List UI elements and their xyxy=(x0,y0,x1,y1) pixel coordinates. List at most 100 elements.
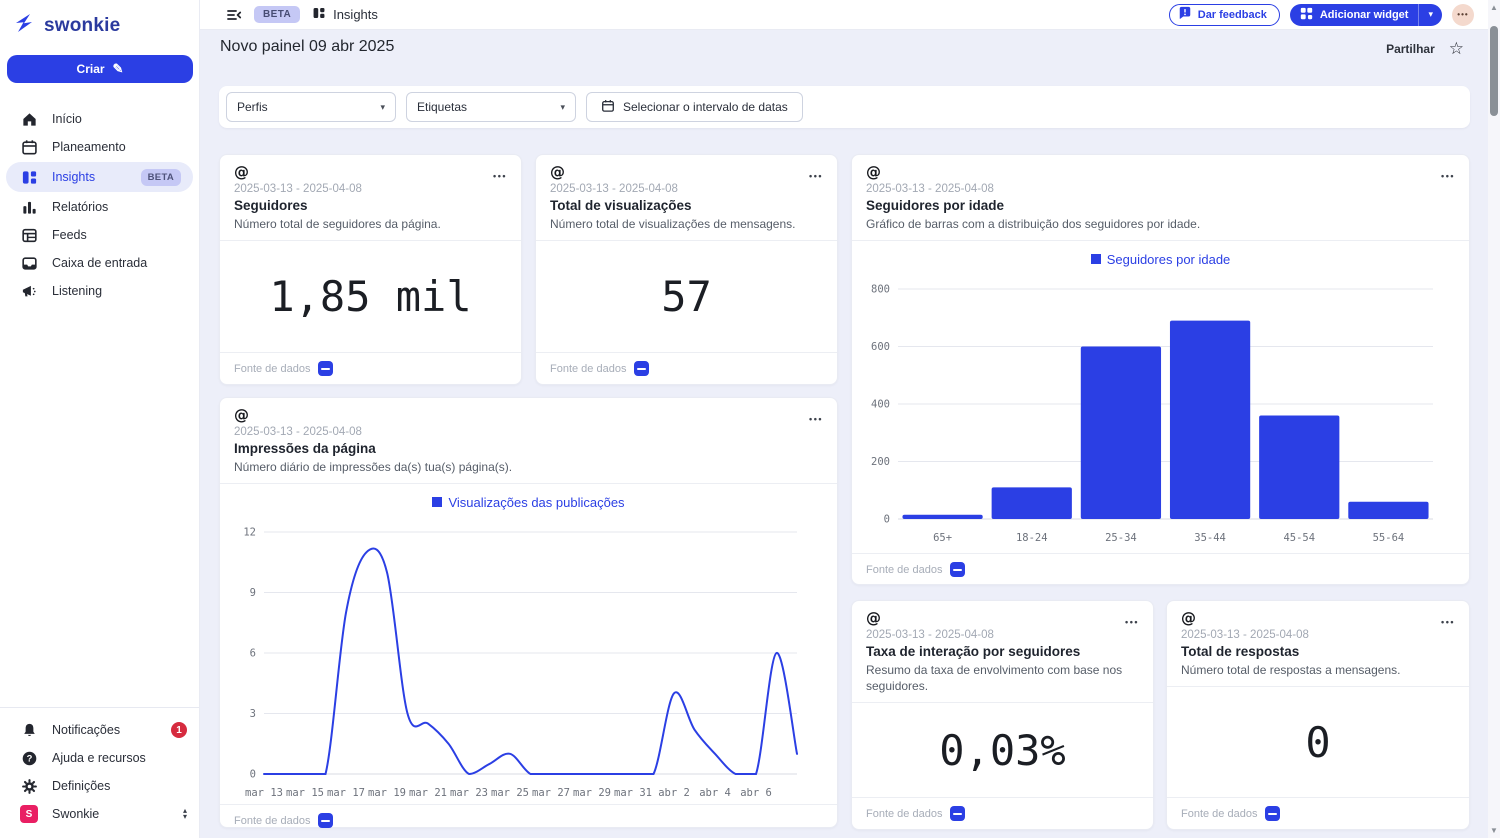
favorite-star-icon[interactable]: ☆ xyxy=(1449,40,1464,57)
inbox-icon xyxy=(20,254,38,272)
sidebar-item-relatorios[interactable]: Relatórios xyxy=(0,193,199,221)
data-source-label: Fonte de dados xyxy=(550,363,626,375)
svg-text:mar 21: mar 21 xyxy=(409,787,447,799)
svg-text:800: 800 xyxy=(871,284,890,296)
gear-icon xyxy=(20,777,38,795)
sidebar-item-insights[interactable]: Insights BETA xyxy=(6,162,193,192)
sidebar-bottom: Notificações 1 ? Ajuda e recursos Defini… xyxy=(0,707,199,838)
feeds-icon xyxy=(20,226,38,244)
svg-text:mar 29: mar 29 xyxy=(573,787,611,799)
card-title: Seguidores por idade xyxy=(866,198,1455,213)
scroll-down-arrow[interactable]: ▼ xyxy=(1488,826,1500,835)
add-widget-main[interactable]: Adicionar widget xyxy=(1290,4,1419,26)
topbar-section: Insights xyxy=(312,6,378,23)
card-date-range: 2025-03-13 - 2025-04-08 xyxy=(1181,629,1455,641)
sidebar-item-label: Relatórios xyxy=(52,200,108,214)
svg-text:400: 400 xyxy=(871,399,890,411)
legend-label: Seguidores por idade xyxy=(1107,252,1231,267)
card-title: Taxa de interação por seguidores xyxy=(866,644,1139,659)
svg-text:3: 3 xyxy=(250,708,256,720)
profiles-select[interactable]: Perfis ▾ xyxy=(226,92,396,122)
card-menu-button[interactable]: ••• xyxy=(1125,617,1139,627)
sidebar-item-feeds[interactable]: Feeds xyxy=(0,221,199,249)
workspace-switcher-icon[interactable]: ▴ ▾ xyxy=(183,808,187,820)
card-description: Número total de visualizações de mensage… xyxy=(550,216,823,232)
sidebar-item-workspace[interactable]: S Swonkie ▴ ▾ xyxy=(0,800,199,828)
threads-icon: @ xyxy=(866,610,1139,626)
sidebar-item-label: Caixa de entrada xyxy=(52,256,147,270)
card-description: Gráfico de barras com a distribuição dos… xyxy=(866,216,1455,232)
card-menu-button[interactable]: ••• xyxy=(809,414,823,424)
svg-text:abr 2: abr 2 xyxy=(658,787,690,799)
svg-text:?: ? xyxy=(26,753,32,764)
create-button-label: Criar xyxy=(77,62,105,76)
card-title: Impressões da página xyxy=(234,441,823,456)
sidebar-item-label: Listening xyxy=(52,284,102,298)
threads-source-badge[interactable] xyxy=(950,562,965,577)
replies-value: 0 xyxy=(1305,718,1330,767)
svg-text:6: 6 xyxy=(250,648,256,660)
sidebar-item-listening[interactable]: Listening xyxy=(0,277,199,305)
card-menu-button[interactable]: ••• xyxy=(1441,617,1455,627)
card-date-range: 2025-03-13 - 2025-04-08 xyxy=(866,183,1455,195)
sidebar-item-definicoes[interactable]: Definições xyxy=(0,772,199,800)
notification-count-badge: 1 xyxy=(171,722,187,738)
sidebar-item-notificacoes[interactable]: Notificações 1 xyxy=(0,716,199,744)
create-button[interactable]: Criar ✎ xyxy=(7,55,193,83)
logo-text: swonkie xyxy=(44,15,120,37)
svg-text:abr 4: abr 4 xyxy=(699,787,731,799)
feedback-button-label: Dar feedback xyxy=(1198,9,1267,21)
more-options-button[interactable]: ••• xyxy=(1452,4,1474,26)
data-source-label: Fonte de dados xyxy=(866,808,942,820)
pencil-icon: ✎ xyxy=(113,61,124,77)
widget-card-replies: @ ••• 2025-03-13 - 2025-04-08 Total de r… xyxy=(1166,600,1470,830)
card-title: Total de visualizações xyxy=(550,198,823,213)
sidebar-item-ajuda[interactable]: ? Ajuda e recursos xyxy=(0,744,199,772)
help-icon: ? xyxy=(20,749,38,767)
megaphone-icon xyxy=(20,282,38,300)
threads-source-badge[interactable] xyxy=(950,806,965,821)
date-range-button[interactable]: Selecionar o intervalo de datas xyxy=(586,92,803,122)
svg-text:0: 0 xyxy=(884,514,890,526)
sidebar: swonkie Criar ✎ Início Planeamento Insig… xyxy=(0,0,200,838)
legend-label: Visualizações das publicações xyxy=(448,495,624,510)
followers-value: 1,85 mil xyxy=(269,272,471,321)
threads-source-badge[interactable] xyxy=(634,361,649,376)
card-date-range: 2025-03-13 - 2025-04-08 xyxy=(866,629,1139,641)
card-menu-button[interactable]: ••• xyxy=(809,171,823,181)
svg-text:25-34: 25-34 xyxy=(1105,532,1137,544)
sidebar-item-label: Planeamento xyxy=(52,140,126,154)
add-widget-button[interactable]: Adicionar widget ▾ xyxy=(1290,4,1442,26)
collapse-sidebar-icon[interactable] xyxy=(226,7,242,23)
card-menu-button[interactable]: ••• xyxy=(1441,171,1455,181)
add-widget-label: Adicionar widget xyxy=(1320,9,1409,21)
sidebar-item-caixa-de-entrada[interactable]: Caixa de entrada xyxy=(0,249,199,277)
card-menu-button[interactable]: ••• xyxy=(493,171,507,181)
scrollbar-thumb[interactable] xyxy=(1490,26,1498,116)
logo[interactable]: swonkie xyxy=(0,0,199,47)
svg-text:65+: 65+ xyxy=(933,532,952,544)
threads-source-badge[interactable] xyxy=(1265,806,1280,821)
sidebar-item-planeamento[interactable]: Planeamento xyxy=(0,133,199,161)
threads-source-badge[interactable] xyxy=(318,361,333,376)
add-widget-dropdown[interactable]: ▾ xyxy=(1418,4,1442,26)
calendar-icon xyxy=(20,138,38,156)
sidebar-item-label: Ajuda e recursos xyxy=(52,751,146,765)
card-date-range: 2025-03-13 - 2025-04-08 xyxy=(234,426,823,438)
legend-swatch xyxy=(1091,254,1101,264)
chevron-down-icon: ▾ xyxy=(183,814,187,820)
widget-card-impressions: @ ••• 2025-03-13 - 2025-04-08 Impressões… xyxy=(219,397,838,828)
threads-source-badge[interactable] xyxy=(318,813,333,828)
feedback-bubble-icon xyxy=(1178,6,1192,23)
tags-select[interactable]: Etiquetas ▾ xyxy=(406,92,576,122)
share-button[interactable]: Partilhar xyxy=(1386,42,1435,56)
svg-text:55-64: 55-64 xyxy=(1373,532,1405,544)
svg-text:mar 17: mar 17 xyxy=(327,787,365,799)
card-description: Número total de respostas a mensagens. xyxy=(1181,662,1455,678)
sidebar-item-inicio[interactable]: Início xyxy=(0,105,199,133)
feedback-button[interactable]: Dar feedback xyxy=(1169,4,1280,26)
page-title: Novo painel 09 abr 2025 xyxy=(220,38,394,56)
widget-card-engagement: @ ••• 2025-03-13 - 2025-04-08 Taxa de in… xyxy=(851,600,1154,830)
scroll-up-arrow[interactable]: ▲ xyxy=(1488,3,1500,12)
card-description: Número total de seguidores da página. xyxy=(234,216,507,232)
